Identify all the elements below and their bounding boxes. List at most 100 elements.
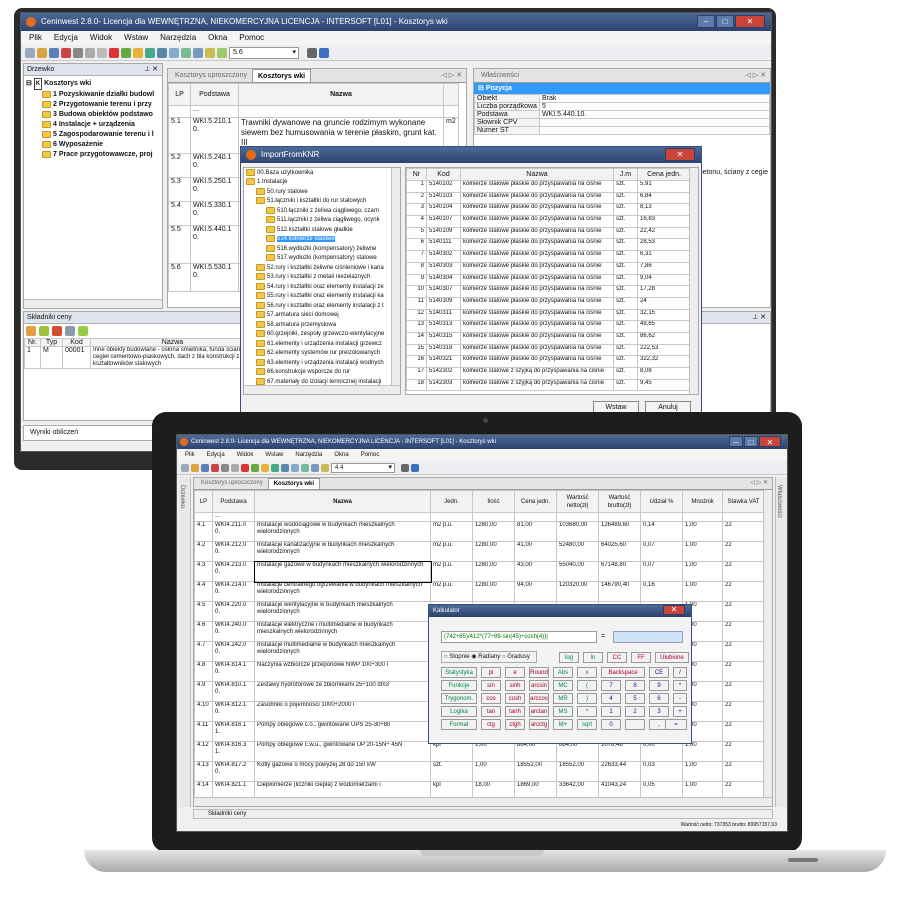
- open-folder-icon[interactable]: [37, 47, 47, 58]
- tree-item[interactable]: 4 Instalacje + urządzenia: [26, 120, 160, 130]
- calc-button[interactable]: sinh: [505, 680, 525, 691]
- col-podstawa[interactable]: Podstawa: [190, 83, 239, 106]
- calc-button[interactable]: log: [559, 652, 579, 663]
- add-labor-icon[interactable]: [26, 326, 36, 336]
- front-table-vscroll[interactable]: [763, 490, 772, 797]
- knr-tree-vscroll[interactable]: [391, 168, 400, 385]
- calc-button[interactable]: Format: [441, 719, 477, 730]
- property-row[interactable]: Słownik CPV: [474, 118, 770, 127]
- tab-kosztorys-uproszczony[interactable]: Kosztorys uproszczony: [196, 478, 268, 489]
- col-nazwa[interactable]: Nazwa: [90, 338, 255, 347]
- calc-button[interactable]: arcctg: [529, 719, 549, 730]
- knr-tree-hscroll[interactable]: [244, 385, 400, 394]
- knr-tree-item[interactable]: 56.rury i kształtki oraz elementy instal…: [246, 301, 398, 311]
- pin-icon[interactable]: ⊥ ✕: [144, 64, 158, 76]
- knr-table-row[interactable]: 8 5140303 kołnierze stalowe płaskie do prz…: [406, 261, 691, 275]
- col-typ[interactable]: Typ: [40, 338, 63, 347]
- menu-edycja[interactable]: Edycja: [54, 31, 78, 45]
- front-table-row[interactable]: 4.12 WKI4.816.3 1. Pompy obiegowe c.w.u., …: [194, 741, 765, 762]
- knr-table-row[interactable]: 10 5140307 kołnierze stalowe płaskie do pr…: [406, 285, 691, 298]
- menu-narzedzia[interactable]: Narzędzia: [160, 31, 196, 45]
- knr-table-row[interactable]: 7 5140302 kołnierze stalowe płaskie do prz…: [406, 250, 691, 263]
- calc-button[interactable]: =: [665, 719, 687, 730]
- column-header[interactable]: Wartość brutto(zł): [598, 490, 641, 513]
- skladniki-bottom-tab[interactable]: Składniki ceny: [193, 809, 773, 819]
- delete-icon[interactable]: [241, 463, 249, 472]
- knr-table-row[interactable]: 11 5140309 kołnierze stalowe płaskie do pr…: [406, 296, 691, 310]
- report-icon[interactable]: [291, 463, 299, 472]
- column-header[interactable]: Jedn.: [430, 490, 473, 513]
- properties-group-header[interactable]: ⊟ Pozycja: [474, 83, 770, 94]
- properties-side-tab[interactable]: Właściwości: [775, 477, 787, 807]
- knr-table-row[interactable]: 1 5140102 kołnierze stalowe płaskie do prz…: [406, 180, 691, 193]
- calc-button[interactable]: ln: [583, 652, 603, 663]
- radio-stopnie[interactable]: ○ Stopnie: [444, 654, 470, 660]
- knr-tree-item[interactable]: 1.Instalacje: [246, 178, 398, 187]
- column-header[interactable]: Ilość: [472, 490, 515, 513]
- calc-button[interactable]: Trygonom.: [441, 693, 477, 704]
- tab-kosztorys-uproszczony[interactable]: Kosztorys uproszczony: [170, 69, 252, 82]
- calc-button[interactable]: /: [673, 667, 687, 678]
- calc-button[interactable]: ctg: [481, 719, 501, 730]
- view-icon[interactable]: [411, 463, 419, 472]
- insert-icon[interactable]: [261, 463, 269, 472]
- drzewko-side-tab[interactable]: Drzewko: [179, 477, 191, 807]
- knr-tree-item[interactable]: 511.łączniki z żeliwa ciągliwego, ocynk: [246, 216, 398, 225]
- knr-table-vscroll[interactable]: [689, 168, 698, 394]
- knr-tree-item[interactable]: 57.armatura sieci domowej: [246, 311, 398, 320]
- calc-button[interactable]: arccos: [529, 693, 549, 704]
- minimize-button[interactable]: –: [697, 15, 715, 28]
- menu-widok[interactable]: Widok: [90, 31, 112, 45]
- calc-icon[interactable]: [145, 47, 155, 58]
- calc-button[interactable]: Abs: [553, 667, 573, 678]
- tree-item[interactable]: 3 Budowa obiektów podstawo: [26, 110, 160, 120]
- column-header[interactable]: Mnożnik: [682, 490, 723, 513]
- tree-root[interactable]: ⊟ K Kosztorys wki: [26, 78, 160, 90]
- add-position-icon[interactable]: [121, 47, 131, 58]
- property-row[interactable]: Obiekt Brak: [474, 94, 770, 103]
- col-lp[interactable]: LP: [168, 83, 191, 106]
- menu-okna[interactable]: Okna: [334, 449, 348, 461]
- close-button[interactable]: ✕: [735, 15, 765, 28]
- knr-table-row[interactable]: 14 5140315 kołnierze stalowe płaskie do pr…: [406, 331, 691, 345]
- col-kod[interactable]: Kod: [62, 338, 91, 347]
- property-row[interactable]: Podstawa WKI.5.440.10.: [474, 110, 770, 119]
- knr-tree-item[interactable]: 61.elementy i urządzenia instalacji grze…: [246, 339, 398, 349]
- calc-icon[interactable]: [271, 463, 279, 472]
- back-level-combo[interactable]: 5.6: [229, 46, 299, 59]
- knr-table-row[interactable]: 12 5140311 kołnierze stalowe płaskie do pr…: [406, 308, 691, 322]
- calc-button[interactable]: MS: [553, 706, 573, 717]
- calc-button[interactable]: sqrt: [577, 719, 597, 730]
- radio-radiany[interactable]: ◉ Radiany: [471, 654, 500, 660]
- knr-tree-item[interactable]: 510.łączniki z żeliwa ciągliwego, czarn: [246, 206, 398, 216]
- table-row[interactable]: 1 M 00001 Inne obiekty budowlane - osłona ś…: [24, 346, 255, 369]
- table-row[interactable]: ...: [168, 105, 459, 118]
- menu-plik[interactable]: Plik: [185, 449, 195, 461]
- knr-table-row[interactable]: 4 5140107 kołnierze stalowe płaskie do prz…: [406, 215, 691, 228]
- save-icon[interactable]: [49, 47, 59, 58]
- radio-gradusy[interactable]: ○ Gradusy: [502, 654, 530, 660]
- menu-okna[interactable]: Okna: [208, 31, 227, 45]
- knr-tree-item[interactable]: 514.kołnierze stalowe: [246, 235, 398, 244]
- calc-button[interactable]: (: [577, 680, 597, 691]
- calc-button[interactable]: 3: [649, 706, 669, 717]
- calc-button[interactable]: 5: [625, 693, 645, 704]
- calc-button[interactable]: tan: [481, 706, 501, 717]
- table-icon[interactable]: [281, 463, 289, 472]
- calc-button[interactable]: 2: [625, 706, 645, 717]
- refresh-icon[interactable]: [78, 326, 88, 336]
- report-icon[interactable]: [169, 47, 179, 58]
- knr-tree-item[interactable]: 52.rury i kształtki żeliwne ciśnieniowe …: [246, 263, 398, 273]
- minimize-button[interactable]: –: [729, 436, 743, 447]
- calc-button[interactable]: ): [577, 693, 597, 704]
- save-icon[interactable]: [201, 463, 209, 472]
- knr-tree-item[interactable]: 62.elementy systemów rur preizolowanych: [246, 349, 398, 358]
- column-header[interactable]: LP: [194, 490, 213, 513]
- calc-button[interactable]: ctgh: [505, 719, 525, 730]
- calc-button[interactable]: 1: [601, 706, 621, 717]
- calc-button[interactable]: 7: [601, 680, 621, 691]
- sort-icon[interactable]: [193, 47, 203, 58]
- knr-tree-item[interactable]: 54.rury i kształtki oraz elementy instal…: [246, 282, 398, 292]
- calculator-close-button[interactable]: ✕: [663, 605, 685, 615]
- filter-icon[interactable]: [321, 463, 329, 472]
